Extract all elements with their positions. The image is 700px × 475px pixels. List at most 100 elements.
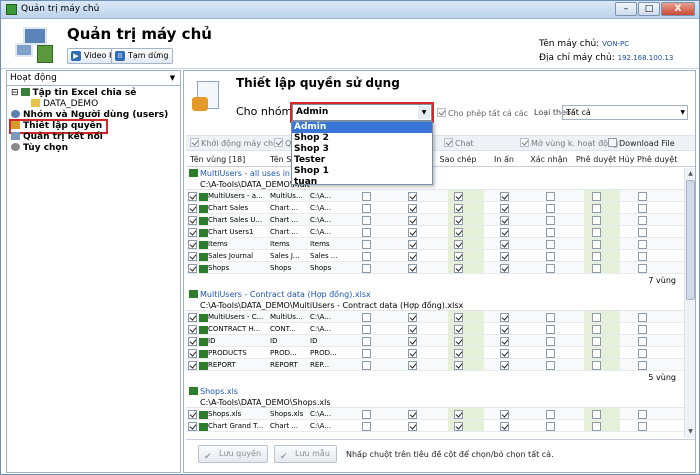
permission-checkbox[interactable] xyxy=(500,216,509,225)
table-row[interactable]: Shops Shops Shops xyxy=(186,262,684,274)
permission-checkbox[interactable] xyxy=(408,264,417,273)
permission-checkbox[interactable] xyxy=(362,240,371,249)
maximize-button[interactable]: □ xyxy=(638,2,660,16)
permission-checkbox[interactable] xyxy=(638,264,647,273)
row-enable-checkbox[interactable] xyxy=(188,228,197,237)
table-row[interactable]: MultiUsers - C... MultiUs... C:\A... xyxy=(186,311,684,323)
permission-checkbox[interactable] xyxy=(454,240,463,249)
table-row[interactable]: ID ID ID xyxy=(186,335,684,347)
sidebar-item-options[interactable]: Tùy chọn xyxy=(11,143,179,154)
permission-checkbox[interactable] xyxy=(592,349,601,358)
permission-checkbox[interactable] xyxy=(546,252,555,261)
group-option[interactable]: Shop 3 xyxy=(292,144,432,155)
col-copy[interactable]: Sao chép xyxy=(440,155,477,164)
table-row[interactable]: Chart Users1 Chart ... C:\A... xyxy=(186,226,684,238)
col-region-name[interactable]: Tên vùng [18] xyxy=(190,155,245,164)
permission-checkbox[interactable] xyxy=(592,252,601,261)
permission-checkbox[interactable] xyxy=(500,192,509,201)
permission-checkbox[interactable] xyxy=(362,349,371,358)
permission-checkbox[interactable] xyxy=(362,410,371,419)
permission-checkbox[interactable] xyxy=(362,313,371,322)
group-option[interactable]: Admin xyxy=(292,122,432,133)
permission-checkbox[interactable] xyxy=(592,240,601,249)
row-enable-checkbox[interactable] xyxy=(188,422,197,431)
table-row[interactable]: PRODUCTS PROD... PROD... xyxy=(186,347,684,359)
permission-checkbox[interactable] xyxy=(408,216,417,225)
sidebar-item-shared-excel[interactable]: ⊟ Tập tin Excel chia sẻ xyxy=(11,88,179,99)
permission-checkbox[interactable] xyxy=(592,216,601,225)
scroll-up-icon[interactable]: ▲ xyxy=(686,169,695,179)
permission-checkbox[interactable] xyxy=(500,361,509,370)
save-template-button[interactable]: ✔ Lưu mẫu xyxy=(274,445,337,463)
permission-checkbox[interactable] xyxy=(546,349,555,358)
permission-checkbox[interactable] xyxy=(592,228,601,237)
table-row[interactable]: Chart Grand T... Chart ... C:\A... xyxy=(186,420,684,432)
permission-checkbox[interactable] xyxy=(454,422,463,431)
row-enable-checkbox[interactable] xyxy=(188,325,197,334)
permission-checkbox[interactable] xyxy=(362,337,371,346)
permission-checkbox[interactable] xyxy=(362,422,371,431)
permission-checkbox[interactable] xyxy=(638,204,647,213)
row-enable-checkbox[interactable] xyxy=(188,216,197,225)
table-row[interactable]: CONTRACT H... CONT... C:\A... xyxy=(186,323,684,335)
file-group-title[interactable]: MultiUsers - Contract data (Hợp đồng).xl… xyxy=(186,289,684,300)
filter-start-server[interactable]: Khởi động máy chủ xyxy=(190,137,278,151)
permission-checkbox[interactable] xyxy=(454,252,463,261)
pause-button[interactable]: II Tạm dừng xyxy=(111,48,174,64)
permission-checkbox[interactable] xyxy=(454,313,463,322)
row-enable-checkbox[interactable] xyxy=(188,240,197,249)
permission-checkbox[interactable] xyxy=(454,325,463,334)
row-enable-checkbox[interactable] xyxy=(188,264,197,273)
permission-checkbox[interactable] xyxy=(454,204,463,213)
minimize-button[interactable]: – xyxy=(615,2,637,16)
table-row[interactable]: Items Items Items xyxy=(186,238,684,250)
permission-checkbox[interactable] xyxy=(638,313,647,322)
row-enable-checkbox[interactable] xyxy=(188,204,197,213)
permission-checkbox[interactable] xyxy=(500,264,509,273)
permission-checkbox[interactable] xyxy=(500,337,509,346)
save-permissions-button[interactable]: ✔ Lưu quyền xyxy=(198,445,269,463)
group-option[interactable]: Shop 1 xyxy=(292,166,432,177)
permission-checkbox[interactable] xyxy=(592,204,601,213)
close-button[interactable]: X xyxy=(661,2,695,16)
permission-checkbox[interactable] xyxy=(546,337,555,346)
vertical-scrollbar[interactable]: ▲ ▼ xyxy=(684,168,695,438)
permission-checkbox[interactable] xyxy=(362,252,371,261)
permission-checkbox[interactable] xyxy=(592,264,601,273)
permission-checkbox[interactable] xyxy=(408,410,417,419)
permission-checkbox[interactable] xyxy=(408,228,417,237)
permission-checkbox[interactable] xyxy=(546,228,555,237)
permission-checkbox[interactable] xyxy=(362,204,371,213)
permission-checkbox[interactable] xyxy=(546,264,555,273)
permission-checkbox[interactable] xyxy=(500,204,509,213)
permission-checkbox[interactable] xyxy=(408,204,417,213)
permission-checkbox[interactable] xyxy=(500,349,509,358)
permission-checkbox[interactable] xyxy=(592,422,601,431)
permission-checkbox[interactable] xyxy=(408,313,417,322)
permission-checkbox[interactable] xyxy=(638,216,647,225)
group-option[interactable]: Shop 2 xyxy=(292,133,432,144)
permission-checkbox[interactable] xyxy=(546,325,555,334)
permission-checkbox[interactable] xyxy=(408,422,417,431)
permission-checkbox[interactable] xyxy=(408,240,417,249)
permission-checkbox[interactable] xyxy=(638,422,647,431)
row-enable-checkbox[interactable] xyxy=(188,252,197,261)
table-row[interactable]: Chart Sales U... Chart ... C:\A... xyxy=(186,214,684,226)
table-row[interactable]: Sales Journal Sales J... Sales ... xyxy=(186,250,684,262)
permission-checkbox[interactable] xyxy=(546,410,555,419)
filter-download-file[interactable]: Download File xyxy=(608,137,675,151)
permission-checkbox[interactable] xyxy=(408,361,417,370)
permission-checkbox[interactable] xyxy=(638,240,647,249)
permission-checkbox[interactable] xyxy=(408,325,417,334)
permission-checkbox[interactable] xyxy=(500,410,509,419)
permission-checkbox[interactable] xyxy=(638,192,647,201)
permission-checkbox[interactable] xyxy=(454,361,463,370)
permission-checkbox[interactable] xyxy=(638,252,647,261)
permission-checkbox[interactable] xyxy=(546,422,555,431)
permission-checkbox[interactable] xyxy=(454,349,463,358)
table-row[interactable]: MultiUsers - a... MultiUs... C:\A... xyxy=(186,190,684,202)
permission-checkbox[interactable] xyxy=(638,337,647,346)
table-row[interactable]: Chart Sales Chart ... C:\A... xyxy=(186,202,684,214)
permission-checkbox[interactable] xyxy=(500,240,509,249)
filter-open-region[interactable]: Mở vùng k. hoạt động xyxy=(520,137,618,151)
